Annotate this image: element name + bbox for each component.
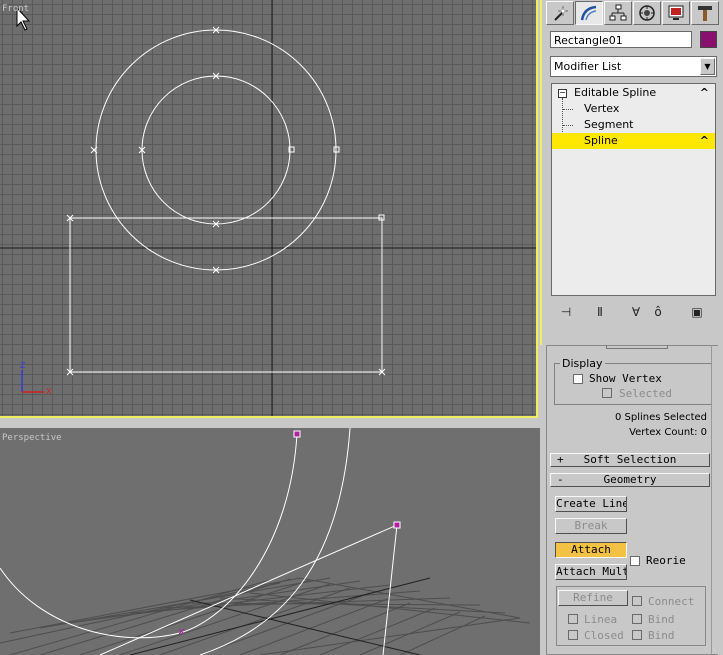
stack-item-label: Editable Spline — [574, 86, 657, 99]
modify-tab[interactable] — [575, 1, 603, 25]
bind-last-checkbox[interactable] — [632, 630, 642, 640]
show-end-result-icon[interactable]: Ⅱ — [591, 305, 609, 321]
stack-item-spline[interactable]: Spline ^ — [552, 133, 715, 149]
make-unique-icon[interactable]: ∀ — [627, 305, 645, 321]
stack-item-editable-spline[interactable]: − Editable Spline ^ — [552, 85, 715, 101]
remove-modifier-icon[interactable]: ô — [649, 305, 667, 321]
attach-mult-button[interactable]: Attach Mult — [555, 564, 627, 580]
selected-label: Selected — [619, 387, 672, 400]
soft-selection-rollout[interactable]: + Soft Selection — [550, 453, 710, 467]
motion-tab[interactable] — [633, 1, 661, 25]
attach-button[interactable]: Attach — [555, 542, 627, 558]
selected-checkbox[interactable] — [602, 388, 612, 398]
command-panel: Rectangle01 Modifier List ▼ − Editable S… — [540, 0, 723, 655]
rollout-title: Soft Selection — [583, 453, 677, 466]
connect-label: Connect — [648, 595, 695, 608]
stack-item-label: Segment — [584, 118, 634, 131]
create-tab[interactable] — [546, 1, 574, 25]
lightbulb-icon[interactable]: ^ — [700, 85, 709, 101]
bind-first-checkbox[interactable] — [632, 614, 642, 624]
vertex-count-status: Vertex Count: 0 — [629, 427, 707, 438]
modifier-list-dropdown[interactable]: Modifier List ▼ — [550, 56, 717, 77]
stack-item-segment[interactable]: Segment — [552, 117, 715, 133]
perspective-splines — [0, 428, 398, 655]
active-viewport-border — [0, 0, 538, 418]
create-icon — [554, 5, 569, 21]
chevron-down-icon[interactable]: ▼ — [700, 58, 715, 75]
connect-checkbox[interactable] — [632, 596, 642, 606]
stack-item-label: Vertex — [584, 102, 620, 115]
geometry-rollout[interactable]: - Geometry — [550, 473, 710, 487]
viewport-separator[interactable] — [0, 418, 540, 428]
create-line-button[interactable]: Create Line — [555, 496, 627, 512]
motion-icon — [639, 5, 655, 21]
linear-checkbox[interactable] — [568, 614, 578, 624]
stack-item-vertex[interactable]: Vertex — [552, 101, 715, 117]
panel-scrollbar[interactable] — [711, 345, 722, 655]
hierarchy-icon — [609, 4, 627, 21]
splines-selected-status: 0 Splines Selected — [614, 412, 707, 423]
closed-label: Closed — [584, 629, 624, 642]
object-name-field[interactable]: Rectangle01 — [550, 31, 692, 48]
stack-item-label: Spline — [584, 134, 618, 147]
command-panel-top: Rectangle01 Modifier List ▼ − Editable S… — [540, 0, 723, 345]
hierarchy-tab[interactable] — [604, 1, 632, 25]
stack-toolbar: ⊣ Ⅱ ∀ ô ▣ — [551, 303, 721, 323]
perspective-viewport[interactable]: Perspective — [0, 428, 540, 655]
refine-button[interactable]: Refine — [558, 590, 628, 606]
perspective-viewport-canvas — [0, 428, 531, 655]
linear-label: Linea — [584, 613, 618, 626]
modify-icon — [580, 5, 597, 21]
display-tab[interactable] — [662, 1, 690, 25]
reorient-checkbox[interactable] — [630, 556, 640, 566]
pin-stack-icon[interactable]: ⊣ — [557, 305, 575, 321]
utilities-tab[interactable] — [691, 1, 719, 25]
object-color-swatch[interactable] — [700, 31, 717, 48]
modifier-list-label: Modifier List — [554, 60, 622, 73]
utilities-icon — [698, 6, 712, 21]
lightbulb-icon[interactable]: ^ — [700, 133, 709, 149]
show-vertex-checkbox[interactable] — [573, 374, 583, 384]
configure-modifier-sets-icon[interactable]: ▣ — [688, 305, 706, 321]
show-vertex-label: Show Vertex — [589, 372, 662, 385]
command-panel-tabs — [546, 0, 723, 26]
bind-last-label: Bind — [648, 629, 675, 642]
modifier-stack[interactable]: − Editable Spline ^ Vertex Segment Splin… — [551, 83, 716, 296]
closed-checkbox[interactable] — [568, 630, 578, 640]
reorient-label: Reorie — [646, 554, 686, 567]
display-icon — [668, 5, 684, 20]
perspective-viewport-label[interactable]: Perspective — [2, 433, 62, 443]
collapse-icon[interactable]: − — [558, 89, 567, 98]
break-button[interactable]: Break — [555, 518, 627, 534]
display-group-title: Display — [560, 357, 605, 370]
bind-first-label: Bind — [648, 613, 675, 626]
panel-scroll-handle[interactable] — [606, 345, 668, 349]
rollout-title: Geometry — [603, 473, 657, 486]
